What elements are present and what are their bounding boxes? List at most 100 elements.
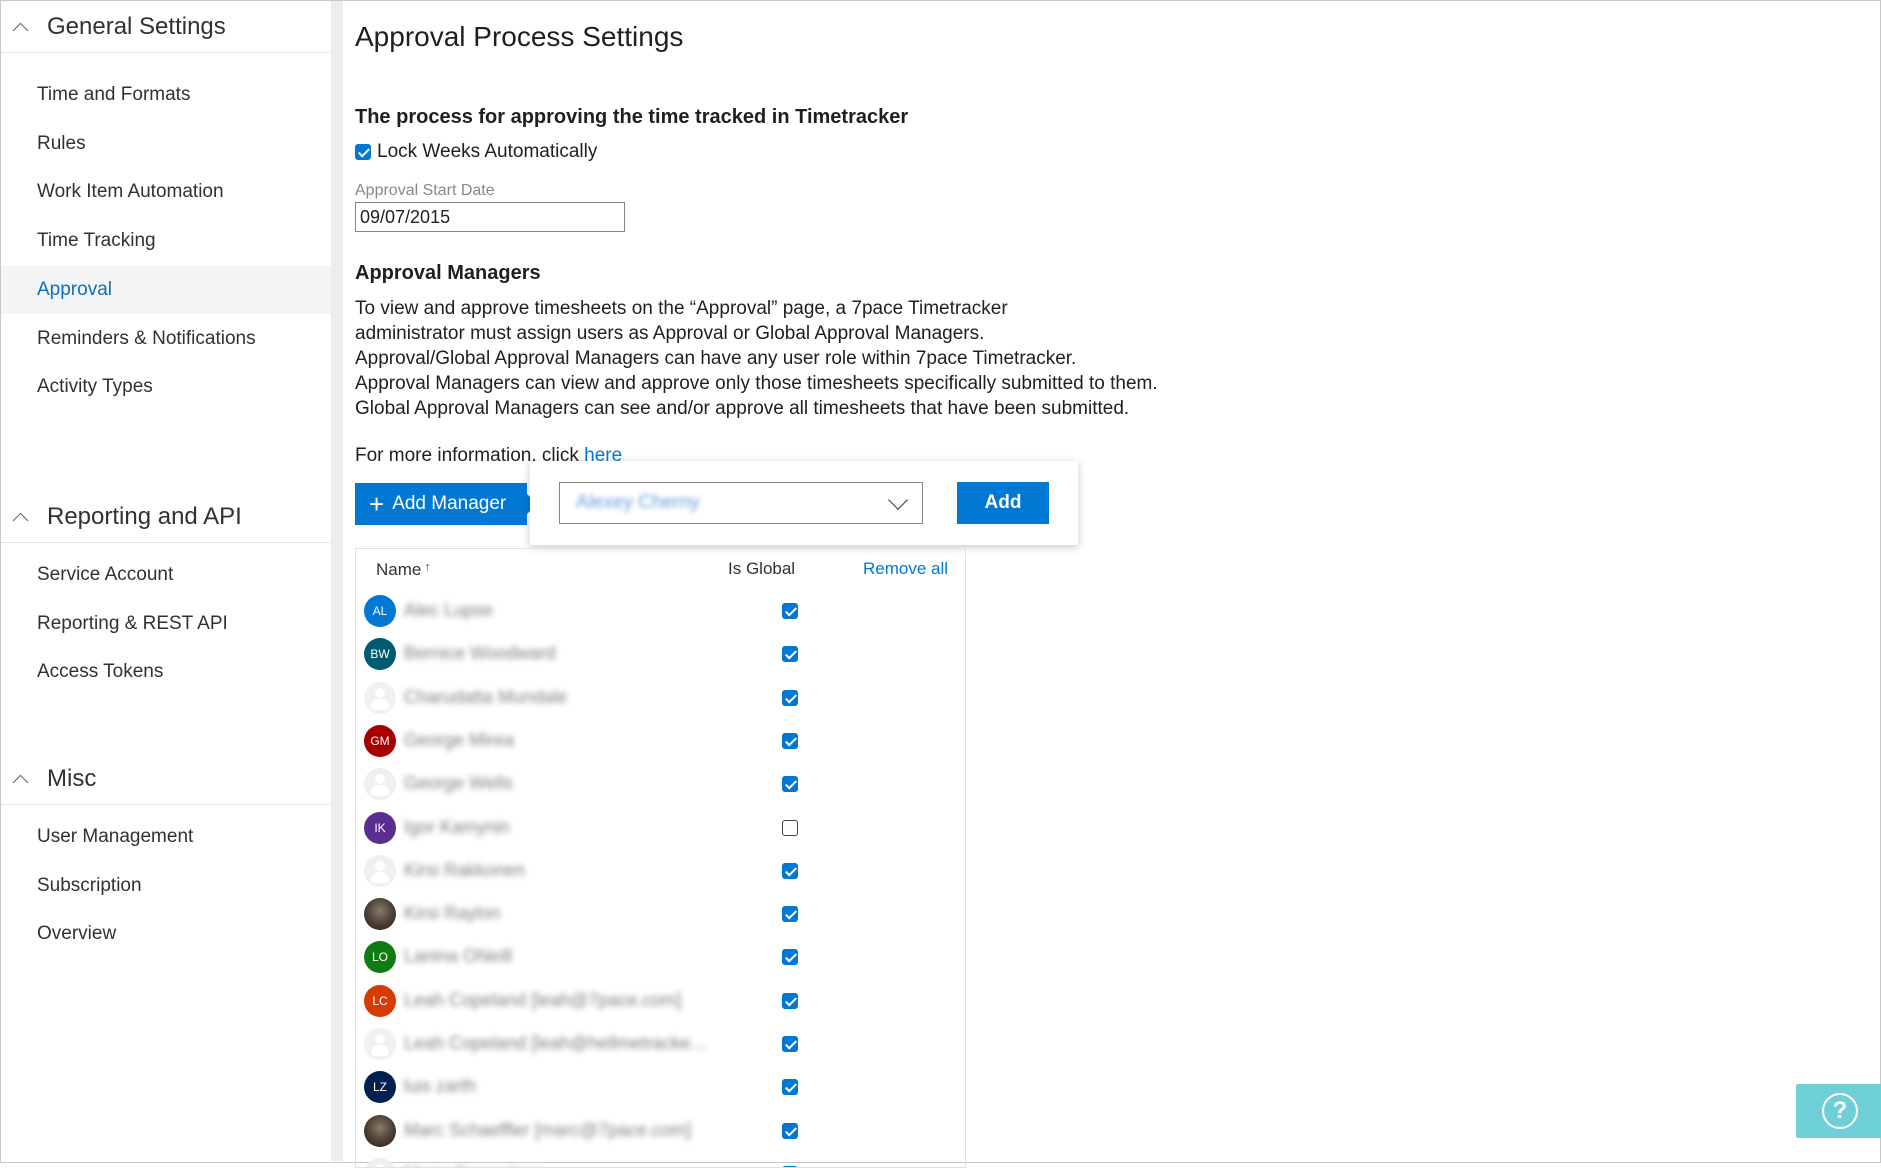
sidebar-item[interactable]: User Management — [1, 813, 331, 861]
avatar: IK — [364, 811, 396, 844]
sidebar-item[interactable]: Reminders & Notifications — [1, 315, 331, 363]
approval-start-date-label: Approval Start Date — [355, 182, 495, 199]
sidebar-item[interactable]: Service Account — [1, 551, 331, 599]
is-global-checkbox[interactable] — [782, 732, 798, 749]
is-global-checkbox[interactable] — [782, 1036, 798, 1052]
sidebar-item[interactable]: Time and Formats — [1, 71, 331, 119]
table-row: LC Leah Copeland [leah@7pace.com] — [356, 980, 965, 1023]
table-row: Kirsi Rakkonen — [356, 850, 965, 893]
manager-name: Bernice Woodward — [404, 643, 556, 664]
approval-managers-title: Approval Managers — [355, 262, 541, 284]
is-global-checkbox[interactable] — [782, 992, 798, 1009]
sidebar-item[interactable]: Subscription — [1, 862, 331, 910]
table-row: LO Lanina ONeill — [356, 936, 965, 979]
manager-name: Kirsi Rakkonen — [404, 859, 526, 880]
manager-name: Marc Schaeffler [marc@7pace.com] — [404, 1119, 692, 1140]
avatar — [364, 768, 396, 801]
description-line: Approval/Global Approval Managers can ha… — [355, 348, 1077, 369]
avatar — [364, 1114, 396, 1147]
approval-managers-description: To view and approve timesheets on the “A… — [355, 296, 1255, 421]
description-line: administrator must assign users as Appro… — [355, 323, 985, 344]
is-global-checkbox[interactable] — [782, 1122, 798, 1139]
is-global-checkbox[interactable] — [782, 603, 798, 619]
selected-user-value: Alexey Cherny — [576, 492, 700, 513]
table-row: Marc Schaeffler [marc@7pace.com] — [356, 1110, 965, 1153]
is-global-checkbox[interactable] — [782, 862, 798, 879]
approval-start-date-input[interactable] — [355, 202, 625, 232]
plus-icon: + — [369, 489, 385, 519]
manager-name: Leah Copeland [leah@hellmetracke... — [404, 1033, 706, 1053]
sidebar-item[interactable]: Reporting & REST API — [1, 600, 331, 648]
avatar: AL — [364, 595, 396, 627]
manager-name: Alec Lupse — [404, 600, 494, 620]
is-global-checkbox[interactable] — [782, 819, 798, 836]
sidebar-section-title: Reporting and API — [47, 502, 242, 530]
manager-name: luis zarth — [404, 1076, 477, 1097]
sidebar-item[interactable]: Rules — [1, 120, 331, 168]
manager-name: Igor Kamynin — [404, 816, 511, 837]
table-row: LZ luis zarth — [356, 1066, 965, 1109]
table-row: Leah Copeland [leah@hellmetracke... — [356, 1023, 965, 1066]
add-manager-label: Add Manager — [392, 493, 507, 514]
table-row: GM George Mirea — [356, 720, 965, 763]
help-button[interactable]: ? — [1796, 1084, 1881, 1138]
remove-all-link[interactable]: Remove all — [863, 559, 948, 579]
avatar — [364, 681, 396, 714]
avatar: GM — [364, 724, 396, 757]
chevron-up-icon — [11, 17, 31, 37]
sidebar-item[interactable]: Overview — [1, 910, 331, 958]
is-global-checkbox[interactable] — [782, 776, 798, 793]
manager-name: Lanina ONeill — [404, 946, 513, 967]
avatar: LC — [364, 984, 396, 1017]
name-header-label: Name — [376, 560, 422, 579]
page-title: Approval Process Settings — [355, 21, 684, 52]
table-row: Maria Samuelsen — [356, 1153, 965, 1167]
name-column-header[interactable]: Name ↑ — [376, 559, 431, 580]
manager-name: Maria Samuelsen — [404, 1163, 544, 1167]
is-global-column-header: Is Global — [728, 559, 796, 578]
main-content: Approval Process Settings The process fo… — [343, 1, 1880, 1168]
is-global-checkbox[interactable] — [782, 949, 798, 966]
description-line: To view and approve timesheets on the “A… — [355, 298, 1008, 319]
is-global-checkbox[interactable] — [782, 1079, 798, 1096]
chevron-up-icon — [11, 507, 31, 527]
is-global-checkbox[interactable] — [782, 646, 798, 663]
sidebar-item[interactable]: Work Item Automation — [1, 168, 331, 216]
avatar — [364, 898, 396, 931]
table-row: AL Alec Lupse — [356, 590, 965, 633]
table-row: Kirsi Raylon — [356, 893, 965, 936]
table-row: George Wells — [356, 763, 965, 806]
lock-weeks-option[interactable]: Lock Weeks Automatically — [355, 141, 597, 163]
sidebar-item[interactable]: Approval — [1, 265, 331, 314]
table-row: BW Bernice Woodward — [356, 633, 965, 676]
sidebar-section-header[interactable]: General Settings — [1, 1, 331, 53]
sidebar-section-title: General Settings — [47, 12, 226, 40]
sidebar-section-header[interactable]: Misc — [1, 753, 331, 805]
sidebar-item[interactable]: Activity Types — [1, 363, 331, 411]
sidebar-divider — [331, 1, 343, 1161]
description-line: Global Approval Managers can see and/or … — [355, 398, 1130, 419]
manager-name: Charudatta Mundale — [404, 686, 568, 707]
lock-weeks-checkbox[interactable] — [355, 144, 371, 160]
is-global-checkbox[interactable] — [782, 906, 798, 923]
lock-weeks-label: Lock Weeks Automatically — [377, 141, 598, 162]
add-button[interactable]: Add — [957, 482, 1049, 524]
manager-name: George Mirea — [404, 729, 515, 750]
avatar — [364, 1028, 396, 1060]
sidebar-item[interactable]: Access Tokens — [1, 648, 331, 696]
sidebar-section-header[interactable]: Reporting and API — [1, 491, 331, 543]
is-global-checkbox[interactable] — [782, 689, 798, 706]
manager-name: Kirsi Raylon — [404, 903, 501, 924]
avatar: LZ — [364, 1071, 396, 1104]
add-manager-popup: Alexey Cherny Add — [530, 461, 1078, 545]
chevron-down-icon[interactable] — [888, 493, 908, 513]
description-line: Approval Managers can view and approve o… — [355, 373, 1158, 394]
sort-ascending-icon: ↑ — [424, 559, 431, 574]
user-select-dropdown[interactable]: Alexey Cherny — [559, 482, 923, 524]
chevron-up-icon — [11, 769, 31, 789]
table-row: Charudatta Mundale — [356, 677, 965, 720]
table-row: IK Igor Kamynin — [356, 807, 965, 850]
add-manager-button[interactable]: + Add Manager — [355, 483, 537, 525]
manager-name: Leah Copeland [leah@7pace.com] — [404, 989, 682, 1010]
sidebar-item[interactable]: Time Tracking — [1, 217, 331, 265]
